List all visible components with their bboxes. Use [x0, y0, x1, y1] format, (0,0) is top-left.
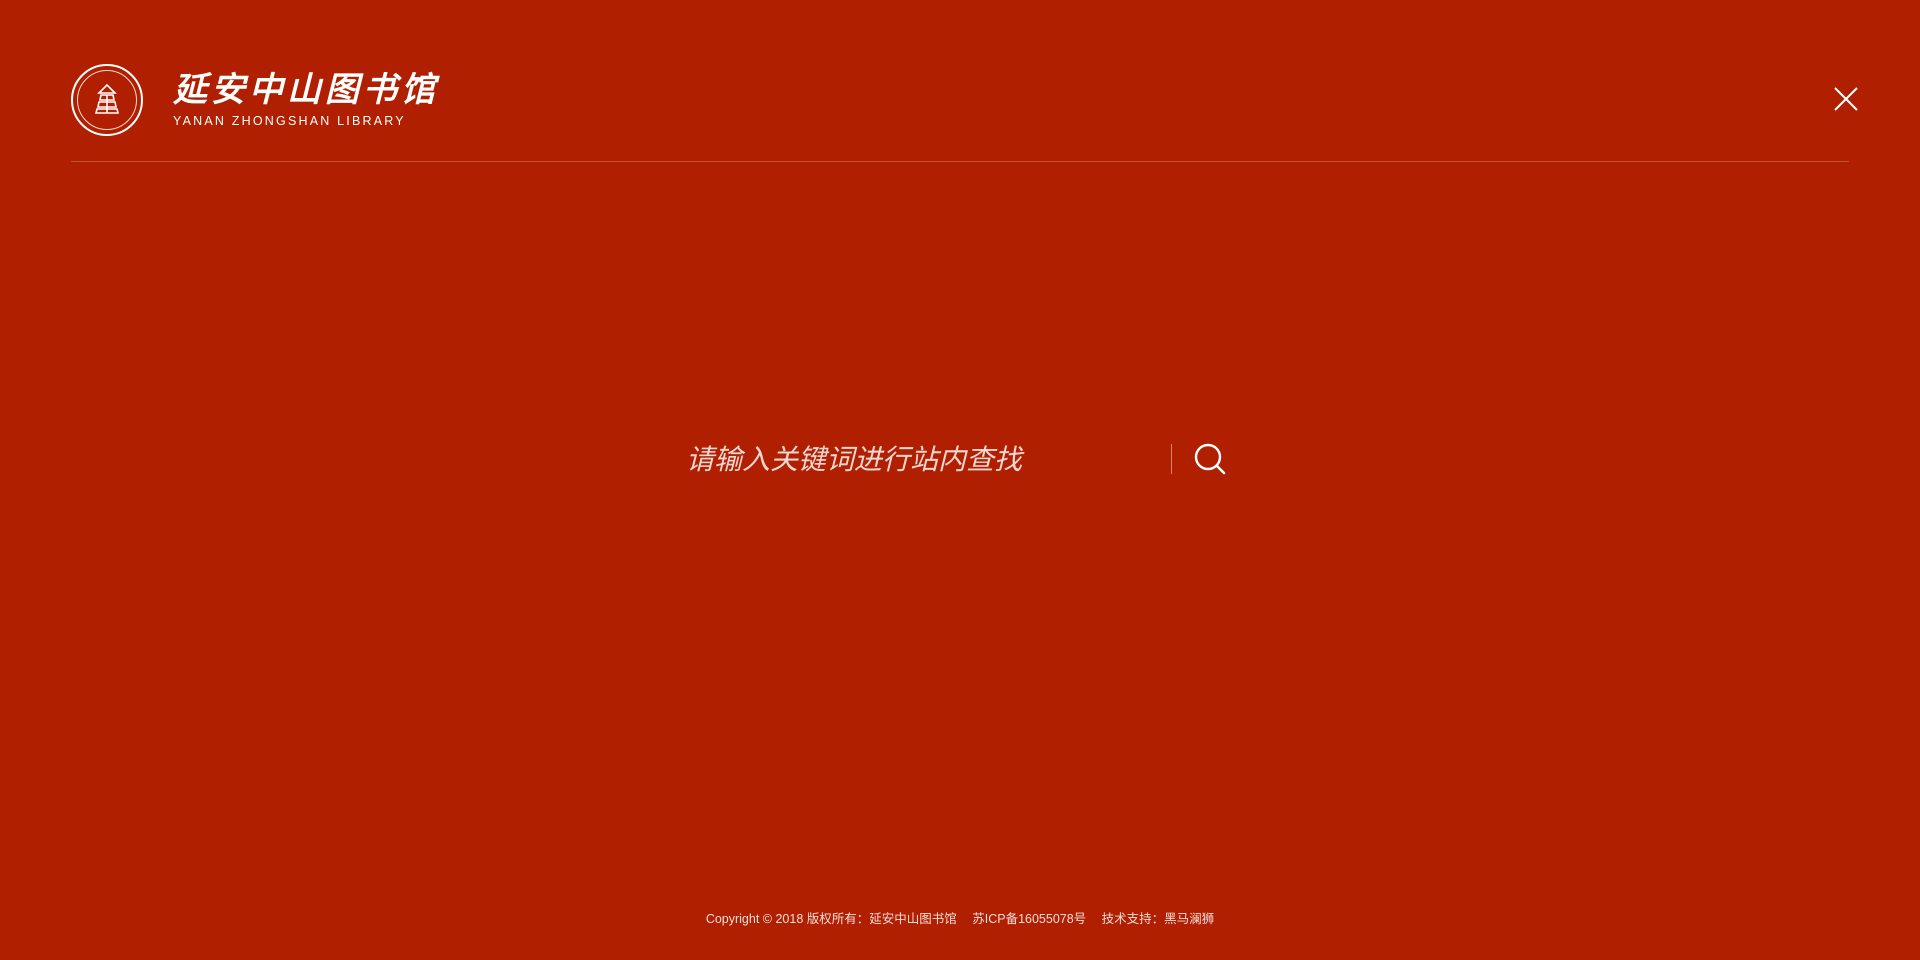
close-icon — [1834, 87, 1858, 111]
search-input[interactable] — [686, 434, 1171, 484]
search-bar — [686, 434, 1234, 484]
footer-icp[interactable]: 苏ICP备16055078号 — [972, 912, 1086, 926]
search-button[interactable] — [1192, 441, 1228, 477]
footer-copyright: Copyright © 2018 版权所有：延安中山图书馆 — [705, 912, 957, 926]
footer: Copyright © 2018 版权所有：延安中山图书馆 苏ICP备16055… — [0, 908, 1920, 927]
library-logo[interactable]: 延安中山图书馆 YANAN ZHONGSHAN LIBRARY — [71, 64, 439, 136]
close-button[interactable] — [1833, 86, 1859, 112]
search-icon — [1194, 443, 1226, 475]
search-divider — [1171, 444, 1172, 474]
logo-chinese-name: 延安中山图书馆 — [173, 70, 439, 110]
header: 延安中山图书馆 YANAN ZHONGSHAN LIBRARY — [71, 0, 1858, 162]
footer-support: 技术支持：黑马澜狮 — [1101, 912, 1215, 926]
logo-english-name: YANAN ZHONGSHAN LIBRARY — [173, 114, 406, 128]
library-seal-icon — [71, 64, 143, 136]
search-overlay: 延安中山图书馆 YANAN ZHONGSHAN LIBRARY Copyrigh… — [0, 0, 1920, 960]
